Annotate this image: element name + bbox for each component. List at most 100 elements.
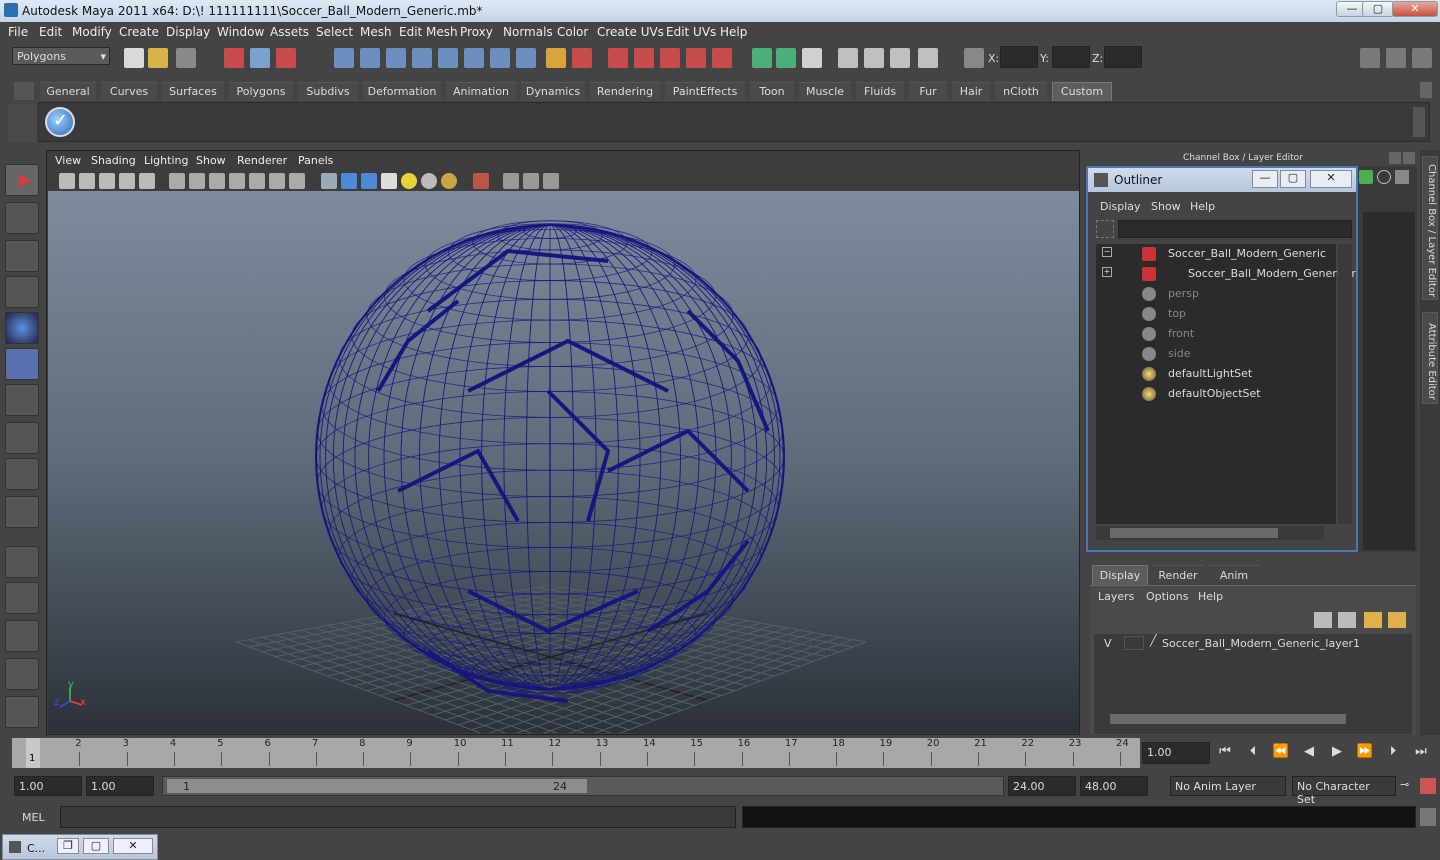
safe-title-icon[interactable] xyxy=(289,173,305,189)
wireframe-icon[interactable] xyxy=(321,173,337,189)
transform-mode-icon[interactable] xyxy=(964,48,984,68)
minimized-window[interactable]: C... ❐ ▢ ✕ xyxy=(2,834,158,860)
menu-create-uvs[interactable]: Create UVs xyxy=(597,25,664,39)
select-object-icon[interactable] xyxy=(250,48,270,68)
step-back-frame-icon[interactable]: ⏴ xyxy=(1242,744,1264,764)
command-input[interactable] xyxy=(60,806,736,828)
tab-muscle[interactable]: Muscle xyxy=(799,82,851,101)
persp-outliner-layout-icon[interactable] xyxy=(5,620,39,652)
field-chart-icon[interactable] xyxy=(249,173,265,189)
wire-on-shaded-icon[interactable] xyxy=(361,173,377,189)
camera-attr-icon[interactable] xyxy=(79,173,95,189)
ipr-render-icon[interactable] xyxy=(864,48,884,68)
scale-tool-icon[interactable] xyxy=(5,348,39,380)
tab-toon[interactable]: Toon xyxy=(750,82,794,101)
help-query-icon[interactable] xyxy=(516,48,536,68)
menu-color[interactable]: Color xyxy=(557,25,588,39)
snap-to-view-icon[interactable] xyxy=(686,48,706,68)
list-item[interactable]: defaultLightSet xyxy=(1096,364,1336,384)
tab-layer-render[interactable]: Render xyxy=(1152,565,1204,585)
collapse-icon[interactable]: − xyxy=(1102,247,1112,257)
shelf-menu-icon[interactable] xyxy=(14,82,34,100)
resolution-gate-icon[interactable] xyxy=(209,173,225,189)
step-forward-frame-icon[interactable]: ⏵ xyxy=(1382,744,1404,764)
tab-polygons[interactable]: Polygons xyxy=(229,82,293,101)
tab-ncloth[interactable]: nCloth xyxy=(995,82,1047,101)
outliner-filter-icon[interactable] xyxy=(1096,220,1114,238)
expand-icon[interactable]: + xyxy=(1102,267,1112,277)
custom-layout-icon[interactable] xyxy=(5,696,39,728)
step-forward-key-icon[interactable]: ⏩ xyxy=(1354,744,1376,764)
snap-grid-icon[interactable] xyxy=(334,48,354,68)
snap-curve-icon[interactable] xyxy=(360,48,380,68)
shelf-collapse-handle[interactable] xyxy=(8,104,36,142)
textured-icon[interactable] xyxy=(381,173,397,189)
all-lights-icon[interactable] xyxy=(421,173,437,189)
persp-graph-layout-icon[interactable] xyxy=(5,658,39,690)
tab-fur[interactable]: Fur xyxy=(909,82,947,101)
layer-type-toggle[interactable] xyxy=(1124,636,1144,650)
anim-prefs-icon[interactable] xyxy=(1420,778,1436,794)
tab-custom[interactable]: Custom xyxy=(1052,82,1112,101)
layer-color-icon[interactable]: ╱ xyxy=(1150,634,1157,647)
channel-box-pen-icon[interactable] xyxy=(1395,170,1409,184)
list-item[interactable]: front xyxy=(1096,324,1336,344)
list-item[interactable]: + Soccer_Ball_Modern_Generic_r xyxy=(1096,264,1356,284)
outliner-vscrollbar[interactable] xyxy=(1338,244,1352,524)
outliner-hscrollbar[interactable] xyxy=(1096,526,1324,540)
select-tool-icon[interactable]: ➤ xyxy=(5,164,39,196)
input-ops-icon[interactable] xyxy=(752,48,772,68)
new-layer-selected-icon[interactable] xyxy=(1388,612,1406,628)
menu-edit-uvs[interactable]: Edit UVs xyxy=(666,25,716,39)
tab-layer-anim[interactable]: Anim xyxy=(1208,565,1260,585)
2d-pan-icon[interactable] xyxy=(139,173,155,189)
camera-select-icon[interactable] xyxy=(59,173,75,189)
isolate-select-icon[interactable] xyxy=(473,173,489,189)
list-item[interactable]: top xyxy=(1096,304,1336,324)
rotate-tool-icon[interactable] xyxy=(5,312,39,344)
make-live-icon[interactable] xyxy=(712,48,732,68)
go-to-start-icon[interactable]: ⏮ xyxy=(1214,744,1236,764)
outliner-menu-help[interactable]: Help xyxy=(1190,200,1215,213)
snap-to-grid-icon[interactable] xyxy=(608,48,628,68)
panel-menu-shading[interactable]: Shading xyxy=(91,154,136,167)
grid-toggle-icon[interactable] xyxy=(169,173,185,189)
tab-curves[interactable]: Curves xyxy=(101,82,157,101)
menu-mesh[interactable]: Mesh xyxy=(360,25,392,39)
outliner-minimize-button[interactable]: — xyxy=(1252,170,1278,188)
perspective-viewport[interactable]: y x z xyxy=(48,191,1079,733)
snap-to-curve-icon[interactable] xyxy=(634,48,654,68)
menu-window[interactable]: Window xyxy=(217,25,264,39)
maximize-button[interactable]: ▢ xyxy=(1362,1,1394,17)
current-time-marker[interactable]: 1 xyxy=(26,738,40,768)
tab-subdivs[interactable]: Subdivs xyxy=(298,82,358,101)
paint-select-tool-icon[interactable] xyxy=(5,240,39,272)
tab-attribute-editor[interactable]: Attribute Editor xyxy=(1422,312,1438,404)
playback-start-field[interactable]: 1.00 xyxy=(86,776,154,796)
range-slider-thumb[interactable]: 1 24 xyxy=(167,779,587,793)
start-time-field[interactable]: 1.00 xyxy=(14,776,82,796)
tab-channel-box[interactable]: Channel Box / Layer Editor xyxy=(1422,156,1438,300)
menu-file[interactable]: File xyxy=(8,25,28,39)
attribute-editor-toggle-icon[interactable] xyxy=(1360,48,1380,68)
tab-hair[interactable]: Hair xyxy=(952,82,990,101)
list-item[interactable]: side xyxy=(1096,344,1336,364)
outliner-maximize-button[interactable]: ▢ xyxy=(1280,170,1306,188)
menu-help[interactable]: Help xyxy=(720,25,747,39)
mask3-icon[interactable] xyxy=(490,48,510,68)
close-min-button[interactable]: ✕ xyxy=(113,838,153,854)
close-button[interactable]: ✕ xyxy=(1392,1,1438,17)
bookmarks-icon[interactable] xyxy=(99,173,115,189)
outliner-search-input[interactable] xyxy=(1118,220,1352,238)
menu-modify[interactable]: Modify xyxy=(72,25,112,39)
render-settings-icon[interactable] xyxy=(890,48,910,68)
render-frame-icon[interactable] xyxy=(838,48,858,68)
layer-menu-help[interactable]: Help xyxy=(1198,590,1223,603)
show-manip-icon[interactable] xyxy=(5,458,39,490)
menu-select[interactable]: Select xyxy=(316,25,353,39)
select-hierarchy-icon[interactable] xyxy=(224,48,244,68)
last-tool-icon[interactable] xyxy=(5,496,39,528)
smooth-shade-icon[interactable] xyxy=(341,173,357,189)
channel-box-green-icon[interactable] xyxy=(1359,170,1373,184)
snap-to-point-icon[interactable] xyxy=(660,48,680,68)
